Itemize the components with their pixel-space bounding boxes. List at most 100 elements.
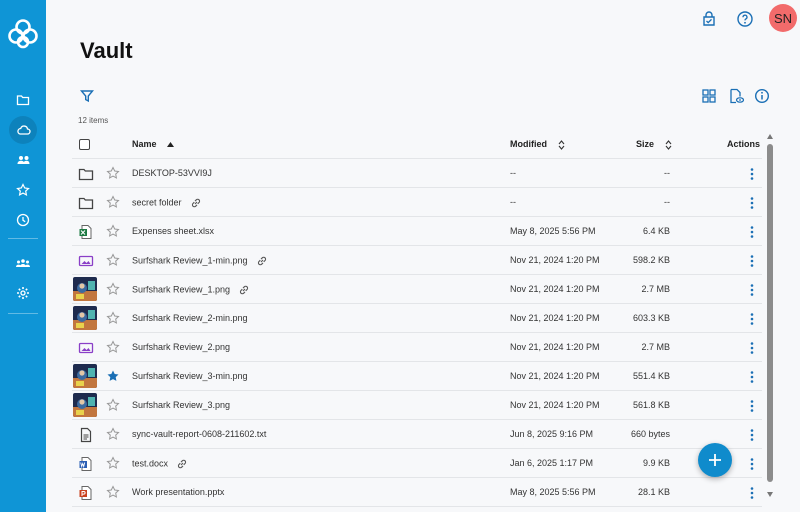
sidebar-item-settings[interactable] bbox=[8, 280, 38, 306]
table-row[interactable]: Surfshark Review_1-min.png Nov 21, 2024 1… bbox=[72, 246, 762, 275]
scroll-down-icon[interactable] bbox=[767, 492, 773, 497]
star-outline-icon[interactable] bbox=[106, 485, 120, 499]
link-icon[interactable] bbox=[190, 197, 202, 209]
more-actions-icon[interactable] bbox=[749, 196, 755, 210]
sidebar bbox=[0, 0, 46, 512]
file-name-text[interactable]: Surfshark Review_1.png bbox=[132, 284, 230, 294]
file-name[interactable]: DESKTOP-53VVI9J bbox=[132, 168, 212, 178]
file-name[interactable]: Surfshark Review_2-min.png bbox=[132, 313, 248, 323]
file-type-icon bbox=[75, 221, 97, 243]
star-outline-icon[interactable] bbox=[106, 340, 120, 354]
more-actions-icon[interactable] bbox=[749, 486, 755, 500]
file-name[interactable]: secret folder bbox=[132, 197, 202, 209]
link-icon[interactable] bbox=[238, 284, 250, 296]
size-column-header[interactable]: Size bbox=[636, 139, 672, 150]
file-name-text[interactable]: DESKTOP-53VVI9J bbox=[132, 168, 212, 178]
table-row[interactable]: Expenses sheet.xlsx May 8, 2025 5:56 PM 6.… bbox=[72, 217, 762, 246]
star-outline-icon[interactable] bbox=[106, 311, 120, 325]
file-name-text[interactable]: Surfshark Review_1-min.png bbox=[132, 255, 248, 265]
file-type-icon bbox=[75, 482, 97, 504]
sync-logo-icon[interactable] bbox=[7, 18, 39, 50]
file-name-text[interactable]: Expenses sheet.xlsx bbox=[132, 226, 214, 236]
more-actions-icon[interactable] bbox=[749, 341, 755, 355]
table-row[interactable]: Surfshark Review_1.png Nov 21, 2024 1:20 … bbox=[72, 275, 762, 304]
file-name[interactable]: Surfshark Review_1-min.png bbox=[132, 255, 268, 267]
star-outline-icon[interactable] bbox=[106, 427, 120, 441]
table-row[interactable]: Surfshark Review_3-min.png Nov 21, 2024 1… bbox=[72, 362, 762, 391]
more-actions-icon[interactable] bbox=[749, 167, 755, 181]
scroll-up-icon[interactable] bbox=[767, 134, 773, 139]
file-name-text[interactable]: Surfshark Review_2-min.png bbox=[132, 313, 248, 323]
modified-column-header[interactable]: Modified bbox=[510, 139, 565, 150]
file-name-text[interactable]: Work presentation.pptx bbox=[132, 487, 224, 497]
file-name-text[interactable]: sync-vault-report-0608-211602.txt bbox=[132, 429, 266, 439]
table-row[interactable]: secret folder -- -- bbox=[72, 188, 762, 217]
star-outline-icon[interactable] bbox=[106, 398, 120, 412]
file-type-icon bbox=[75, 424, 97, 446]
more-actions-icon[interactable] bbox=[749, 312, 755, 326]
sidebar-item-vault[interactable] bbox=[9, 116, 37, 144]
people-icon bbox=[17, 156, 29, 164]
table-row[interactable]: DESKTOP-53VVI9J -- -- bbox=[72, 159, 762, 188]
star-outline-icon[interactable] bbox=[106, 195, 120, 209]
star-outline-icon[interactable] bbox=[106, 224, 120, 238]
file-name[interactable]: Expenses sheet.xlsx bbox=[132, 226, 214, 236]
file-name[interactable]: Surfshark Review_3.png bbox=[132, 400, 230, 410]
file-name-text[interactable]: Surfshark Review_3.png bbox=[132, 400, 230, 410]
more-actions-icon[interactable] bbox=[749, 225, 755, 239]
sidebar-item-starred[interactable] bbox=[8, 177, 38, 203]
user-avatar[interactable]: SN bbox=[769, 4, 797, 32]
more-actions-icon[interactable] bbox=[749, 283, 755, 297]
image-file-icon bbox=[78, 342, 94, 354]
modified-date: -- bbox=[510, 168, 516, 178]
add-button[interactable] bbox=[698, 443, 732, 477]
more-actions-icon[interactable] bbox=[749, 428, 755, 442]
table-row[interactable]: Work presentation.pptx May 8, 2025 5:56 P… bbox=[72, 478, 762, 507]
thumbnail bbox=[73, 393, 97, 417]
file-visibility-icon[interactable] bbox=[728, 88, 744, 104]
table-row[interactable]: Surfshark Review_2-min.png Nov 21, 2024 1… bbox=[72, 304, 762, 333]
sidebar-item-recents[interactable] bbox=[8, 207, 38, 233]
star-outline-icon[interactable] bbox=[106, 456, 120, 470]
star-outline-icon[interactable] bbox=[106, 166, 120, 180]
sidebar-item-files[interactable] bbox=[8, 87, 38, 113]
help-icon[interactable] bbox=[736, 10, 754, 28]
select-all-checkbox[interactable] bbox=[79, 139, 90, 150]
file-name[interactable]: sync-vault-report-0608-211602.txt bbox=[132, 429, 266, 439]
star-filled-icon[interactable] bbox=[106, 369, 120, 383]
team-icon bbox=[16, 259, 30, 267]
file-name[interactable]: test.docx bbox=[132, 458, 188, 470]
file-size: -- bbox=[664, 197, 670, 207]
file-name[interactable]: Surfshark Review_1.png bbox=[132, 284, 250, 296]
info-icon[interactable] bbox=[754, 88, 770, 104]
more-actions-icon[interactable] bbox=[749, 399, 755, 413]
file-name[interactable]: Surfshark Review_2.png bbox=[132, 342, 230, 352]
powerpoint-file-icon bbox=[79, 486, 92, 500]
sidebar-item-shared[interactable] bbox=[8, 147, 38, 173]
link-icon[interactable] bbox=[256, 255, 268, 267]
file-name-text[interactable]: test.docx bbox=[132, 458, 168, 468]
scroll-thumb[interactable] bbox=[767, 144, 773, 482]
star-outline-icon[interactable] bbox=[106, 282, 120, 296]
file-name-text[interactable]: Surfshark Review_3-min.png bbox=[132, 371, 248, 381]
sidebar-item-team[interactable] bbox=[8, 250, 38, 276]
star-outline-icon[interactable] bbox=[106, 253, 120, 267]
file-name[interactable]: Surfshark Review_3-min.png bbox=[132, 371, 248, 381]
link-icon[interactable] bbox=[176, 458, 188, 470]
scrollbar[interactable] bbox=[766, 134, 774, 498]
filter-icon[interactable] bbox=[80, 89, 94, 103]
table-row[interactable]: Surfshark Review_2.png Nov 21, 2024 1:20 … bbox=[72, 333, 762, 362]
vault-lock-icon[interactable] bbox=[700, 10, 718, 28]
file-name[interactable]: Work presentation.pptx bbox=[132, 487, 224, 497]
table-row[interactable]: test.docx Jan 6, 2025 1:17 PM 9.9 KB bbox=[72, 449, 762, 478]
more-actions-icon[interactable] bbox=[749, 457, 755, 471]
table-row[interactable]: sync-vault-report-0608-211602.txt Jun 8, … bbox=[72, 420, 762, 449]
grid-view-icon[interactable] bbox=[701, 88, 717, 104]
more-actions-icon[interactable] bbox=[749, 370, 755, 384]
name-column-header[interactable]: Name bbox=[132, 139, 175, 149]
cloud-icon bbox=[16, 125, 31, 135]
file-name-text[interactable]: secret folder bbox=[132, 197, 182, 207]
file-name-text[interactable]: Surfshark Review_2.png bbox=[132, 342, 230, 352]
more-actions-icon[interactable] bbox=[749, 254, 755, 268]
table-row[interactable]: Surfshark Review_3.png Nov 21, 2024 1:20 … bbox=[72, 391, 762, 420]
